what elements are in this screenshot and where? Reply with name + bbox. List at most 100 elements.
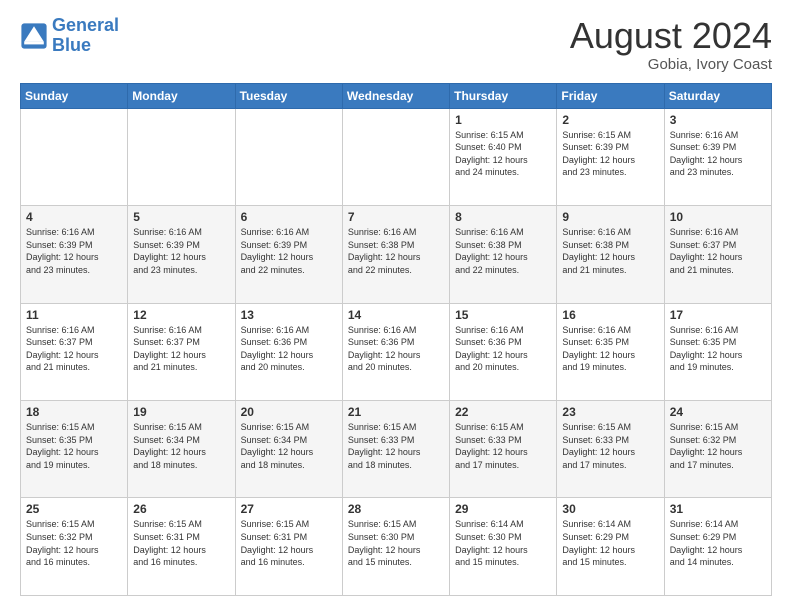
calendar-cell: 15Sunrise: 6:16 AM Sunset: 6:36 PM Dayli… bbox=[450, 303, 557, 400]
day-info: Sunrise: 6:15 AM Sunset: 6:33 PM Dayligh… bbox=[455, 421, 551, 471]
day-number: 23 bbox=[562, 405, 658, 419]
calendar-cell: 22 Sunrise: 6:15 AM Sunset: 6:33 PM Dayli… bbox=[450, 401, 557, 498]
calendar-cell: 18 Sunrise: 6:15 AM Sunset: 6:35 PM Dayli… bbox=[21, 401, 128, 498]
calendar-week-1: 1 Sunrise: 6:15 AM Sunset: 6:40 PM Daylig… bbox=[21, 108, 772, 205]
day-info: Sunrise: 6:16 AM Sunset: 6:36 PM Dayligh… bbox=[348, 324, 444, 374]
calendar-cell: 3 Sunrise: 6:16 AM Sunset: 6:39 PM Daylig… bbox=[664, 108, 771, 205]
day-info: Sunrise: 6:16 AM Sunset: 6:35 PM Dayligh… bbox=[562, 324, 658, 374]
day-info: Sunrise: 6:14 AM Sunset: 6:30 PM Dayligh… bbox=[455, 518, 551, 568]
day-number: 4 bbox=[26, 210, 122, 224]
day-number: 16 bbox=[562, 308, 658, 322]
weekday-header-friday: Friday bbox=[557, 83, 664, 108]
weekday-header-thursday: Thursday bbox=[450, 83, 557, 108]
day-number: 27 bbox=[241, 502, 337, 516]
calendar-cell: 10 Sunrise: 6:16 AM Sunset: 6:37 PM Dayli… bbox=[664, 206, 771, 303]
day-info: Sunrise: 6:15 AM Sunset: 6:32 PM Dayligh… bbox=[26, 518, 122, 568]
day-number: 19 bbox=[133, 405, 229, 419]
day-number: 28 bbox=[348, 502, 444, 516]
day-number: 6 bbox=[241, 210, 337, 224]
day-info: Sunrise: 6:15 AM Sunset: 6:33 PM Dayligh… bbox=[348, 421, 444, 471]
day-info: Sunrise: 6:16 AM Sunset: 6:37 PM Dayligh… bbox=[26, 324, 122, 374]
day-number: 18 bbox=[26, 405, 122, 419]
page: General Blue August 2024 Gobia, Ivory Co… bbox=[0, 0, 792, 612]
day-number: 21 bbox=[348, 405, 444, 419]
calendar-cell: 29 Sunrise: 6:14 AM Sunset: 6:30 PM Dayli… bbox=[450, 498, 557, 596]
weekday-header-monday: Monday bbox=[128, 83, 235, 108]
day-number: 13 bbox=[241, 308, 337, 322]
location: Gobia, Ivory Coast bbox=[570, 56, 772, 73]
day-info: Sunrise: 6:15 AM Sunset: 6:32 PM Dayligh… bbox=[670, 421, 766, 471]
calendar-cell: 20 Sunrise: 6:15 AM Sunset: 6:34 PM Dayli… bbox=[235, 401, 342, 498]
calendar-cell: 14 Sunrise: 6:16 AM Sunset: 6:36 PM Dayli… bbox=[342, 303, 449, 400]
weekday-header-sunday: Sunday bbox=[21, 83, 128, 108]
day-number: 12 bbox=[133, 308, 229, 322]
day-info: Sunrise: 6:16 AM Sunset: 6:39 PM Dayligh… bbox=[670, 129, 766, 179]
day-info: Sunrise: 6:15 AM Sunset: 6:35 PM Dayligh… bbox=[26, 421, 122, 471]
day-number: 22 bbox=[455, 405, 551, 419]
weekday-header-wednesday: Wednesday bbox=[342, 83, 449, 108]
calendar-cell: 26Sunrise: 6:15 AM Sunset: 6:31 PM Dayli… bbox=[128, 498, 235, 596]
day-number: 7 bbox=[348, 210, 444, 224]
calendar-cell: 6 Sunrise: 6:16 AM Sunset: 6:39 PM Daylig… bbox=[235, 206, 342, 303]
day-info: Sunrise: 6:15 AM Sunset: 6:33 PM Dayligh… bbox=[562, 421, 658, 471]
day-info: Sunrise: 6:16 AM Sunset: 6:37 PM Dayligh… bbox=[133, 324, 229, 374]
day-info: Sunrise: 6:16 AM Sunset: 6:39 PM Dayligh… bbox=[241, 226, 337, 276]
calendar-cell bbox=[342, 108, 449, 205]
day-number: 29 bbox=[455, 502, 551, 516]
header: General Blue August 2024 Gobia, Ivory Co… bbox=[20, 16, 772, 73]
logo-line1: General bbox=[52, 15, 119, 35]
calendar-cell: 7 Sunrise: 6:16 AM Sunset: 6:38 PM Daylig… bbox=[342, 206, 449, 303]
day-number: 24 bbox=[670, 405, 766, 419]
calendar-cell: 23 Sunrise: 6:15 AM Sunset: 6:33 PM Dayli… bbox=[557, 401, 664, 498]
logo: General Blue bbox=[20, 16, 119, 56]
day-info: Sunrise: 6:16 AM Sunset: 6:39 PM Dayligh… bbox=[26, 226, 122, 276]
calendar-week-5: 25 Sunrise: 6:15 AM Sunset: 6:32 PM Dayli… bbox=[21, 498, 772, 596]
weekday-header-tuesday: Tuesday bbox=[235, 83, 342, 108]
day-info: Sunrise: 6:16 AM Sunset: 6:38 PM Dayligh… bbox=[348, 226, 444, 276]
calendar-week-2: 4 Sunrise: 6:16 AM Sunset: 6:39 PM Daylig… bbox=[21, 206, 772, 303]
title-block: August 2024 Gobia, Ivory Coast bbox=[570, 16, 772, 73]
calendar-cell: 2 Sunrise: 6:15 AM Sunset: 6:39 PM Daylig… bbox=[557, 108, 664, 205]
day-number: 14 bbox=[348, 308, 444, 322]
calendar-cell: 4 Sunrise: 6:16 AM Sunset: 6:39 PM Daylig… bbox=[21, 206, 128, 303]
calendar-cell: 16 Sunrise: 6:16 AM Sunset: 6:35 PM Dayli… bbox=[557, 303, 664, 400]
calendar-cell: 5Sunrise: 6:16 AM Sunset: 6:39 PM Daylig… bbox=[128, 206, 235, 303]
calendar-cell bbox=[128, 108, 235, 205]
day-info: Sunrise: 6:14 AM Sunset: 6:29 PM Dayligh… bbox=[562, 518, 658, 568]
calendar-cell: 31Sunrise: 6:14 AM Sunset: 6:29 PM Dayli… bbox=[664, 498, 771, 596]
calendar-cell: 8 Sunrise: 6:16 AM Sunset: 6:38 PM Daylig… bbox=[450, 206, 557, 303]
day-info: Sunrise: 6:16 AM Sunset: 6:39 PM Dayligh… bbox=[133, 226, 229, 276]
day-info: Sunrise: 6:15 AM Sunset: 6:30 PM Dayligh… bbox=[348, 518, 444, 568]
calendar-cell: 30Sunrise: 6:14 AM Sunset: 6:29 PM Dayli… bbox=[557, 498, 664, 596]
calendar-table: SundayMondayTuesdayWednesdayThursdayFrid… bbox=[20, 83, 772, 596]
calendar-cell: 24 Sunrise: 6:15 AM Sunset: 6:32 PM Dayli… bbox=[664, 401, 771, 498]
day-number: 20 bbox=[241, 405, 337, 419]
day-number: 26 bbox=[133, 502, 229, 516]
day-number: 25 bbox=[26, 502, 122, 516]
day-info: Sunrise: 6:16 AM Sunset: 6:38 PM Dayligh… bbox=[455, 226, 551, 276]
calendar-week-3: 11Sunrise: 6:16 AM Sunset: 6:37 PM Dayli… bbox=[21, 303, 772, 400]
calendar-cell bbox=[235, 108, 342, 205]
day-info: Sunrise: 6:16 AM Sunset: 6:37 PM Dayligh… bbox=[670, 226, 766, 276]
calendar-cell: 11Sunrise: 6:16 AM Sunset: 6:37 PM Dayli… bbox=[21, 303, 128, 400]
logo-text: General Blue bbox=[52, 16, 119, 56]
day-info: Sunrise: 6:15 AM Sunset: 6:39 PM Dayligh… bbox=[562, 129, 658, 179]
day-number: 1 bbox=[455, 113, 551, 127]
logo-icon bbox=[20, 22, 48, 50]
calendar-cell: 21 Sunrise: 6:15 AM Sunset: 6:33 PM Dayli… bbox=[342, 401, 449, 498]
day-info: Sunrise: 6:15 AM Sunset: 6:34 PM Dayligh… bbox=[241, 421, 337, 471]
day-number: 17 bbox=[670, 308, 766, 322]
day-info: Sunrise: 6:16 AM Sunset: 6:36 PM Dayligh… bbox=[241, 324, 337, 374]
calendar-cell bbox=[21, 108, 128, 205]
calendar-week-4: 18 Sunrise: 6:15 AM Sunset: 6:35 PM Dayli… bbox=[21, 401, 772, 498]
day-number: 8 bbox=[455, 210, 551, 224]
logo-line2: Blue bbox=[52, 35, 91, 55]
calendar-cell: 1 Sunrise: 6:15 AM Sunset: 6:40 PM Daylig… bbox=[450, 108, 557, 205]
day-number: 10 bbox=[670, 210, 766, 224]
calendar-cell: 27Sunrise: 6:15 AM Sunset: 6:31 PM Dayli… bbox=[235, 498, 342, 596]
day-info: Sunrise: 6:16 AM Sunset: 6:36 PM Dayligh… bbox=[455, 324, 551, 374]
day-number: 3 bbox=[670, 113, 766, 127]
weekday-header-row: SundayMondayTuesdayWednesdayThursdayFrid… bbox=[21, 83, 772, 108]
day-number: 2 bbox=[562, 113, 658, 127]
day-info: Sunrise: 6:15 AM Sunset: 6:40 PM Dayligh… bbox=[455, 129, 551, 179]
